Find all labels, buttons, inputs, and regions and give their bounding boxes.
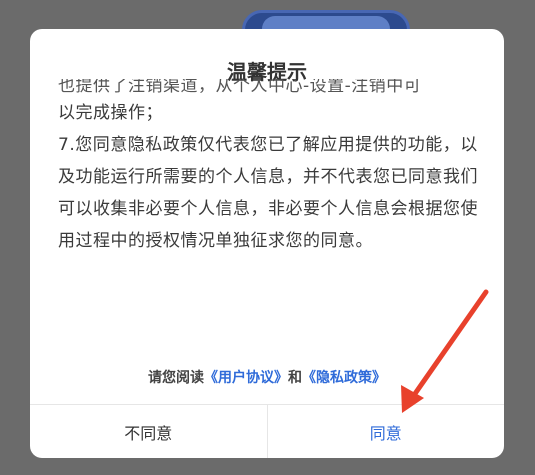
- body-text-line: 以完成操作；: [58, 103, 163, 123]
- privacy-policy-link[interactable]: 《隐私政策》: [302, 370, 386, 386]
- dialog-footer: 不同意 同意: [30, 404, 504, 458]
- agree-button[interactable]: 同意: [268, 405, 505, 458]
- user-agreement-link[interactable]: 《用户协议》: [204, 370, 288, 386]
- body-text-line: 也提供了注销渠道，从个人中心-设置-注销中可: [58, 79, 422, 96]
- agreement-prefix: 请您阅读: [148, 370, 204, 386]
- body-text-paragraph: 7.您同意隐私政策仅代表您已了解应用提供的功能，以及功能运行所需要的个人信息，并…: [58, 135, 478, 251]
- disagree-button[interactable]: 不同意: [30, 405, 268, 458]
- agreement-and: 和: [288, 370, 302, 386]
- privacy-dialog: 温馨提示 也提供了注销渠道，从个人中心-设置-注销中可 以完成操作； 7.您同意…: [30, 29, 504, 458]
- dialog-body-scroll[interactable]: 也提供了注销渠道，从个人中心-设置-注销中可 以完成操作； 7.您同意隐私政策仅…: [58, 79, 488, 319]
- agreement-notice: 请您阅读《用户协议》和《隐私政策》: [30, 367, 504, 387]
